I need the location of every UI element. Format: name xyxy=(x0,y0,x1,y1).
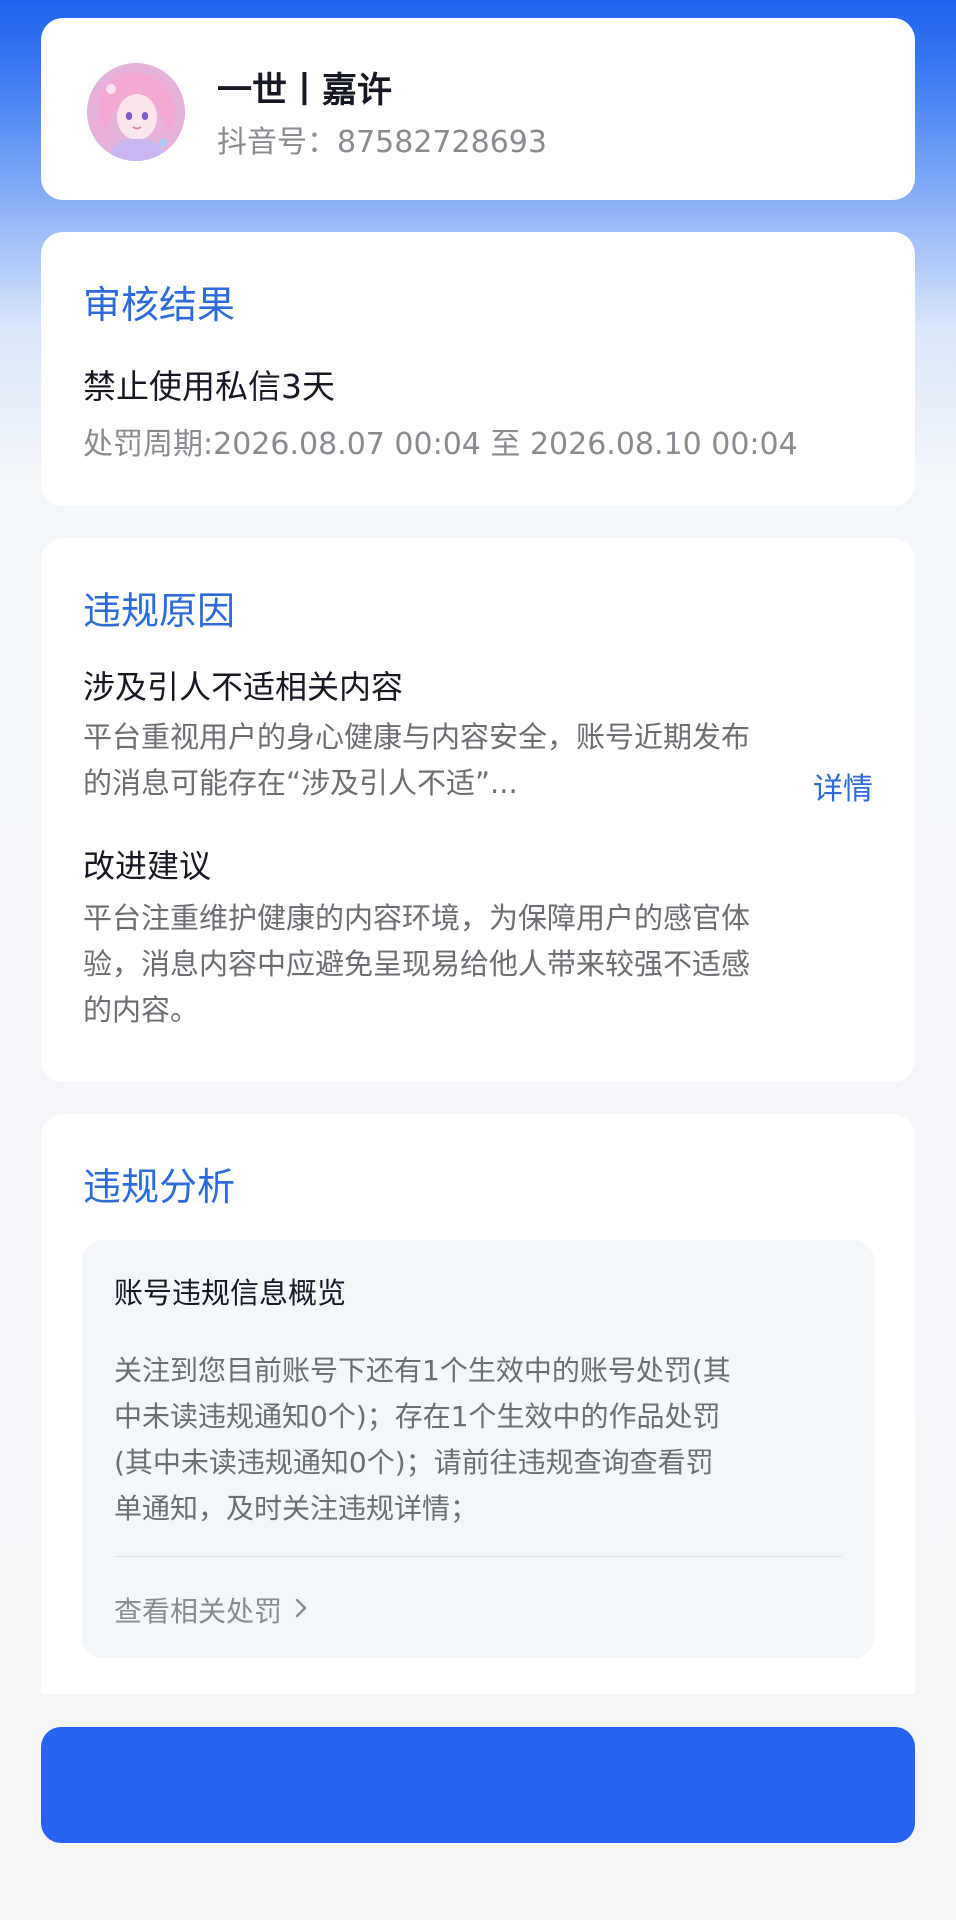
violation-analysis-title: 违规分析 xyxy=(83,1165,236,1209)
advice-heading: 改进建议 xyxy=(83,847,212,885)
overview-line: (其中未读违规通知0个)；请前往违规查询查看罚 xyxy=(114,1446,714,1479)
divider xyxy=(114,1556,842,1557)
view-related-penalties-link[interactable]: 查看相关处罚 xyxy=(114,1590,308,1630)
advice-line: 验，消息内容中应避免呈现易给他人带来较强不适感 xyxy=(83,947,751,981)
account-overview-box: 账号违规信息概览 关注到您目前账号下还有1个生效中的账号处罚(其 中未读违规通知… xyxy=(82,1240,874,1658)
penalty-text: 禁止使用私信3天 xyxy=(83,367,335,406)
overview-line: 关注到您目前账号下还有1个生效中的账号处罚(其 xyxy=(114,1354,731,1387)
review-result-title: 审核结果 xyxy=(83,283,236,327)
advice-line: 平台注重维护健康的内容环境，为保障用户的感官体 xyxy=(83,901,751,935)
reason-description-line: 的消息可能存在“涉及引人不适”... xyxy=(83,766,518,800)
profile-card: 一世丨嘉许 抖音号：87582728693 xyxy=(41,18,915,200)
primary-action-button[interactable] xyxy=(41,1727,915,1843)
violation-reason-card: 违规原因 涉及引人不适相关内容 平台重视用户的身心健康与内容安全，账号近期发布 … xyxy=(41,538,915,1082)
user-name: 一世丨嘉许 xyxy=(217,71,393,111)
advice-description: 平台注重维护健康的内容环境，为保障用户的感官体 验，消息内容中应避免呈现易给他人… xyxy=(83,895,873,1033)
advice-line: 的内容。 xyxy=(83,993,200,1027)
overview-text: 关注到您目前账号下还有1个生效中的账号处罚(其 中未读违规通知0个)；存在1个生… xyxy=(114,1348,854,1532)
anime-avatar-icon xyxy=(87,63,185,161)
review-result-card: 审核结果 禁止使用私信3天 处罚周期:2026.08.07 00:04 至 20… xyxy=(41,232,915,506)
violation-analysis-card: 违规分析 账号违规信息概览 关注到您目前账号下还有1个生效中的账号处罚(其 中未… xyxy=(41,1114,915,1694)
douyin-id: 抖音号：87582728693 xyxy=(217,125,547,160)
related-link-label: 查看相关处罚 xyxy=(114,1595,283,1628)
overview-title: 账号违规信息概览 xyxy=(114,1276,347,1310)
reason-heading: 涉及引人不适相关内容 xyxy=(83,668,404,706)
user-avatar[interactable] xyxy=(87,63,185,161)
reason-description-line: 平台重视用户的身心健康与内容安全，账号近期发布 xyxy=(83,720,751,754)
violation-reason-title: 违规原因 xyxy=(83,589,236,633)
detail-link[interactable]: 详情 xyxy=(813,764,873,808)
reason-description: 平台重视用户的身心健康与内容安全，账号近期发布 的消息可能存在“涉及引人不适”.… xyxy=(83,714,803,806)
overview-line: 中未读违规通知0个)；存在1个生效中的作品处罚 xyxy=(114,1400,721,1433)
penalty-period: 处罚周期:2026.08.07 00:04 至 2026.08.10 00:04 xyxy=(83,427,798,462)
overview-line: 单通知，及时关注违规详情； xyxy=(114,1492,479,1525)
chevron-right-icon xyxy=(294,1594,308,1627)
